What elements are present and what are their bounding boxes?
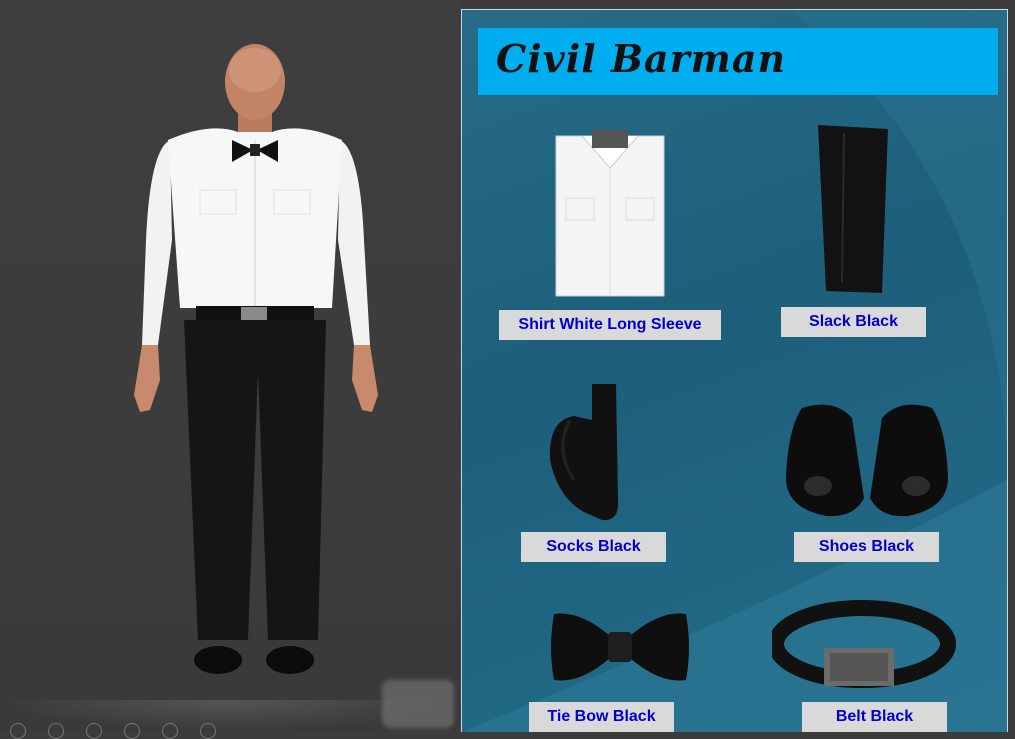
title-bar: Civil Barman — [478, 28, 998, 95]
viewer-control-dot[interactable] — [162, 723, 178, 739]
viewer-control-dot[interactable] — [124, 723, 140, 739]
item-label-shirt[interactable]: Shirt White Long Sleeve — [499, 310, 721, 340]
item-label-bow-tie[interactable]: Tie Bow Black — [529, 702, 674, 732]
viewer-control-dot[interactable] — [10, 723, 26, 739]
black-bow-tie-icon[interactable] — [550, 608, 690, 686]
item-label-shoes[interactable]: Shoes Black — [794, 532, 939, 562]
viewer-control-dot[interactable] — [200, 723, 216, 739]
viewer-control-dot[interactable] — [86, 723, 102, 739]
avatar-viewer[interactable] — [0, 0, 460, 739]
black-belt-icon[interactable] — [772, 596, 958, 692]
viewer-artifact — [382, 680, 454, 728]
outfit-panel: Civil Barman Shirt White Long Sleeve Sla… — [461, 9, 1008, 732]
item-label-belt[interactable]: Belt Black — [802, 702, 947, 732]
viewer-control-dot[interactable] — [48, 723, 64, 739]
black-slacks-icon[interactable] — [812, 123, 892, 295]
black-socks-icon[interactable] — [544, 380, 634, 525]
mannequin-avatar[interactable] — [120, 40, 390, 690]
item-label-socks[interactable]: Socks Black — [521, 532, 666, 562]
item-label-slacks[interactable]: Slack Black — [781, 307, 926, 337]
black-shoes-icon[interactable] — [782, 398, 952, 520]
outfit-title: Civil Barman — [496, 36, 787, 81]
white-shirt-icon[interactable] — [552, 128, 668, 298]
